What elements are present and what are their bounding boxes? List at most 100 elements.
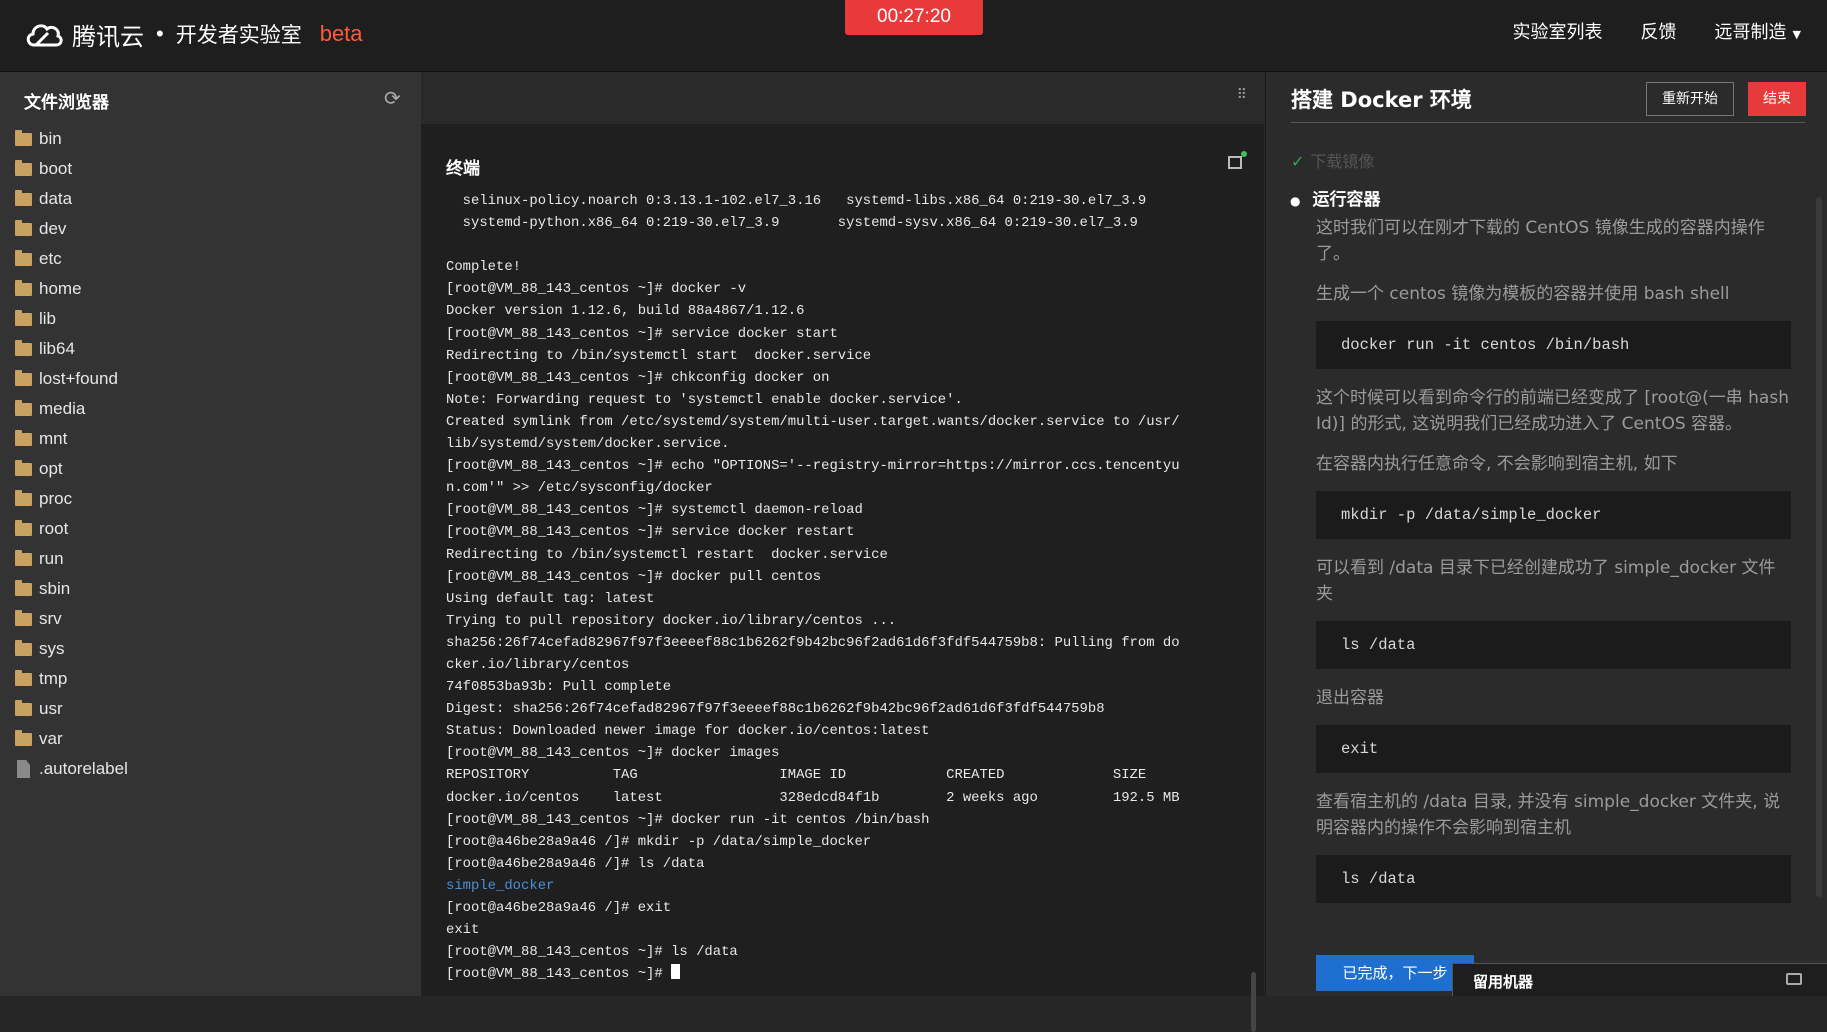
folder-icon: [15, 339, 32, 356]
nav-feedback[interactable]: 反馈: [1641, 18, 1677, 44]
terminal-output[interactable]: selinux-policy.noarch 0:3.13.1-102.el7_3…: [446, 190, 1246, 985]
step-done[interactable]: ✓ 下载镜像: [1291, 148, 1374, 172]
divider: [1291, 122, 1805, 123]
folder-item[interactable]: sbin: [15, 574, 128, 604]
folder-icon: [15, 279, 32, 296]
terminal-line-text: Using default tag: latest: [446, 590, 655, 607]
terminal-line: 74f0853ba93b: Pull complete: [446, 676, 1246, 698]
folder-item[interactable]: bin: [15, 124, 128, 154]
folder-icon: [15, 579, 32, 596]
file-icon: [17, 760, 30, 778]
folder-item[interactable]: tmp: [15, 664, 128, 694]
terminal-line-text: cker.io/library/centos: [446, 656, 630, 673]
folder-item[interactable]: etc: [15, 244, 128, 274]
new-terminal-icon[interactable]: [1228, 151, 1247, 169]
tutorial-body: 这时我们可以在刚才下载的 CentOS 镜像生成的容器内操作了。 生成一个 cen…: [1316, 215, 1791, 919]
tree-item-label: .autorelabel: [39, 759, 128, 778]
folder-item[interactable]: mnt: [15, 424, 128, 454]
chevron-down-icon: ▼: [1792, 28, 1801, 41]
folder-item[interactable]: media: [15, 394, 128, 424]
folder-icon: [15, 309, 32, 326]
terminal-line-text: sha256:26f74cefad82967f97f3eeeef88c1b626…: [446, 634, 1180, 651]
nav-lab-list[interactable]: 实验室列表: [1513, 18, 1603, 44]
terminal-line-text: REPOSITORY TAG IMAGE ID CREATED SIZE: [446, 767, 1147, 784]
grip-icon[interactable]: ⠿: [1237, 86, 1248, 103]
restart-button[interactable]: 重新开始: [1646, 82, 1734, 116]
top-bar: 腾讯云 • 开发者实验室 beta 00:27:20 实验室列表 反馈 远哥制造…: [0, 0, 1827, 72]
terminal-line-text: selinux-policy.noarch 0:3.13.1-102.el7_3…: [446, 193, 1147, 209]
chat-icon[interactable]: [1786, 973, 1802, 985]
file-browser: 文件浏览器 ⟳ bin boot data dev etc home lib lib64 los…: [0, 72, 421, 996]
terminal-line: [root@VM_88_143_centos ~]# docker pull c…: [446, 566, 1246, 588]
end-button[interactable]: 结束: [1748, 82, 1806, 116]
folder-item[interactable]: root: [15, 514, 128, 544]
folder-item[interactable]: srv: [15, 604, 128, 634]
folder-icon: [15, 159, 32, 176]
logo[interactable]: 腾讯云 • 开发者实验室 beta: [24, 14, 363, 54]
folder-icon: [15, 459, 32, 476]
terminal-line-text: [root@VM_88_143_centos ~]# docker -v: [446, 281, 747, 298]
folder-item[interactable]: lib: [15, 304, 128, 334]
folder-icon: [15, 549, 32, 566]
folder-item[interactable]: home: [15, 274, 128, 304]
brand-name: 腾讯云: [72, 22, 144, 51]
terminal-line-text: Complete!: [446, 259, 522, 276]
terminal-line: sha256:26f74cefad82967f97f3eeeef88c1b626…: [446, 632, 1246, 654]
code-block[interactable]: mkdir -p /data/simple_docker: [1316, 491, 1791, 539]
refresh-icon[interactable]: ⟳: [384, 86, 401, 111]
folder-item[interactable]: lib64: [15, 334, 128, 364]
folder-icon: [15, 189, 32, 206]
terminal-line: Using default tag: latest: [446, 588, 1246, 610]
terminal-line-text: lib/systemd/system/docker.service.: [446, 436, 730, 453]
tree-item-label: dev: [39, 219, 67, 238]
terminal-line-text: Created symlink from /etc/systemd/system…: [446, 413, 1180, 430]
terminal-line: exit: [446, 919, 1246, 941]
check-icon: ✓: [1291, 152, 1305, 171]
folder-item[interactable]: boot: [15, 154, 128, 184]
user-name: 远哥制造: [1714, 22, 1787, 43]
terminal-scrollbar[interactable]: [1251, 972, 1256, 1032]
folder-item[interactable]: opt: [15, 454, 128, 484]
user-menu[interactable]: 远哥制造 ▼: [1715, 18, 1801, 44]
terminal-line-text: [root@VM_88_143_centos ~]# service docke…: [446, 524, 855, 541]
terminal-line: docker.io/centos latest 328edcd84f1b 2 w…: [446, 787, 1246, 809]
folder-item[interactable]: sys: [15, 634, 128, 664]
file-item[interactable]: .autorelabel: [15, 754, 128, 784]
folder-item[interactable]: usr: [15, 694, 128, 724]
terminal-line-text: Trying to pull repository docker.io/libr…: [446, 612, 897, 629]
terminal-line: simple_docker: [446, 875, 1246, 897]
tutorial-scrollbar[interactable]: [1816, 197, 1822, 897]
folder-item[interactable]: proc: [15, 484, 128, 514]
folder-item[interactable]: dev: [15, 214, 128, 244]
tree-item-label: boot: [39, 159, 73, 178]
folder-item[interactable]: lost+found: [15, 364, 128, 394]
terminal-line: [root@VM_88_143_centos ~]# docker images: [446, 742, 1246, 764]
tree-item-label: etc: [39, 249, 62, 268]
code-block[interactable]: docker run -it centos /bin/bash: [1316, 321, 1791, 369]
terminal-line-text: [root@a46be28a9a46 /]# mkdir -p /data/si…: [446, 833, 872, 850]
folder-item[interactable]: data: [15, 184, 128, 214]
code-block[interactable]: ls /data: [1316, 621, 1791, 669]
next-step-button[interactable]: 已完成，下一步: [1316, 955, 1474, 991]
terminal-line-text: [root@VM_88_143_centos ~]# systemctl dae…: [446, 502, 863, 519]
terminal-panel: ⠿ 终端 selinux-policy.noarch 0:3.13.1-102.…: [421, 72, 1264, 1032]
terminal[interactable]: 终端 selinux-policy.noarch 0:3.13.1-102.el…: [421, 124, 1264, 1032]
terminal-line: Redirecting to /bin/systemctl restart do…: [446, 544, 1246, 566]
terminal-line: Status: Downloaded newer image for docke…: [446, 720, 1246, 742]
code-block[interactable]: ls /data: [1316, 855, 1791, 903]
bullet-icon: ●: [1290, 194, 1301, 208]
tree-item-label: mnt: [39, 429, 68, 448]
file-tree: bin boot data dev etc home lib lib64 lost+found m…: [15, 124, 128, 784]
terminal-line: Digest: sha256:26f74cefad82967f97f3eeeef…: [446, 698, 1246, 720]
folder-item[interactable]: var: [15, 724, 128, 754]
keep-machine-bar[interactable]: 留用机器: [1452, 963, 1827, 996]
terminal-line-text: Status: Downloaded newer image for docke…: [446, 723, 930, 740]
tree-item-label: home: [39, 279, 82, 298]
folder-icon: [15, 249, 32, 266]
folder-item[interactable]: run: [15, 544, 128, 574]
terminal-line-text: [root@a46be28a9a46 /]# ls /data: [446, 855, 705, 872]
tree-item-label: proc: [39, 489, 73, 508]
top-nav: 实验室列表 反馈 远哥制造 ▼: [1513, 18, 1801, 44]
code-block[interactable]: exit: [1316, 725, 1791, 773]
terminal-line-text: [root@VM_88_143_centos ~]# ls /data: [446, 944, 738, 961]
